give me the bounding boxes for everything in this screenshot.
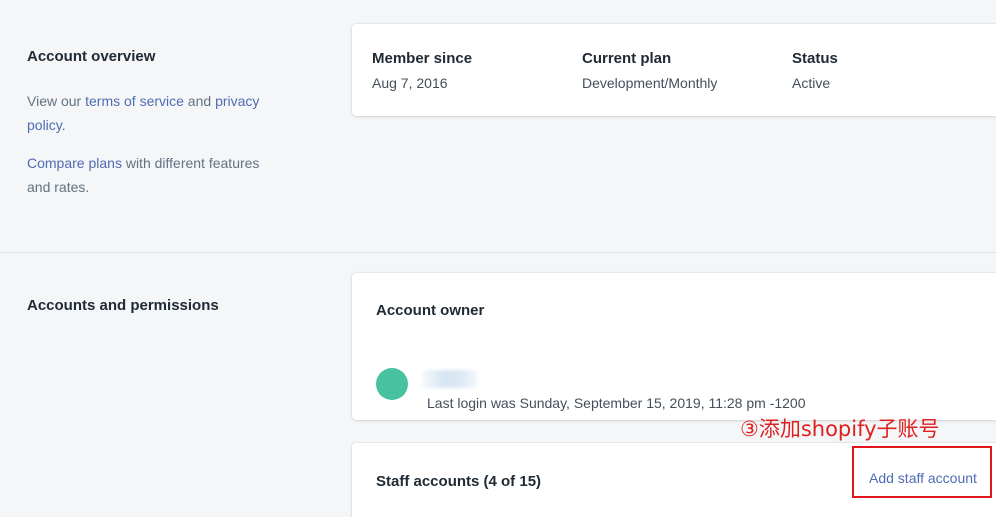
add-staff-account-link[interactable]: Add staff account	[869, 470, 977, 486]
terms-suffix: .	[61, 117, 66, 133]
accounts-permissions-section: Accounts and permissions Account owner L…	[0, 252, 996, 517]
account-owner-title: Account owner	[376, 302, 485, 319]
compare-plans-link[interactable]: Compare plans	[27, 155, 122, 171]
status-value: Active	[792, 75, 831, 91]
owner-avatar	[376, 368, 408, 400]
account-overview-card: Member since Aug 7, 2016 Current plan De…	[352, 24, 996, 116]
terms-description: View our terms of service and privacy po…	[27, 89, 272, 137]
terms-prefix: View our	[27, 93, 86, 109]
compare-plans-description: Compare plans with different features an…	[27, 151, 272, 199]
annotation-label: ③添加shopify子账号	[740, 417, 940, 441]
member-since-value: Aug 7, 2016	[372, 75, 448, 91]
account-overview-title: Account overview	[27, 48, 156, 65]
terms-and: and	[183, 93, 216, 109]
staff-accounts-title: Staff accounts (4 of 15)	[376, 473, 542, 490]
current-plan-value: Development/Monthly	[582, 75, 718, 91]
member-since-label: Member since	[372, 50, 473, 67]
account-overview-section: Account overview View our terms of servi…	[0, 0, 996, 252]
member-since-column: Member since Aug 7, 2016	[372, 50, 472, 91]
accounts-permissions-title: Accounts and permissions	[27, 297, 219, 314]
terms-of-service-link[interactable]: terms of service	[85, 93, 184, 109]
status-label: Status	[792, 50, 838, 67]
status-column: Status Active	[792, 50, 838, 91]
last-login-text: Last login was Sunday, September 15, 201…	[427, 395, 806, 411]
owner-name-redacted	[422, 370, 478, 388]
current-plan-column: Current plan Development/Monthly	[582, 50, 717, 91]
account-owner-card: Account owner Last login was Sunday, Sep…	[352, 273, 996, 420]
current-plan-label: Current plan	[582, 50, 672, 67]
